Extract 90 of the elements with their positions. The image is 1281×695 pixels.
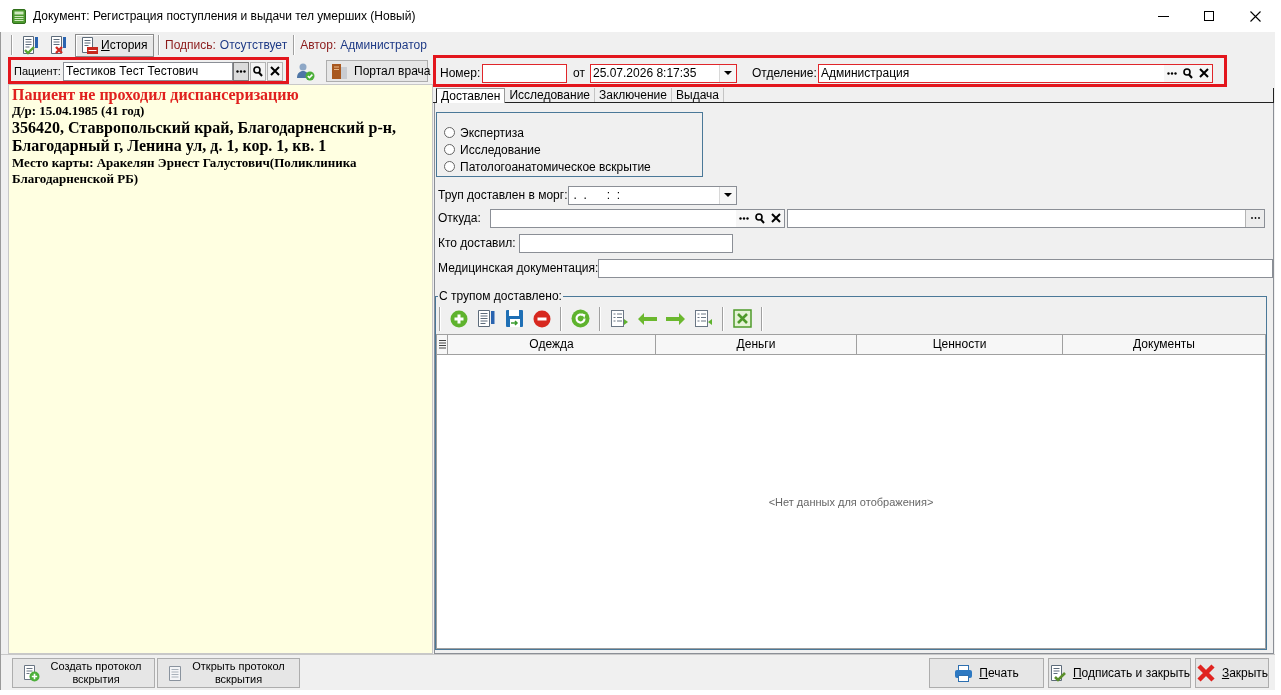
search-icon bbox=[1183, 67, 1193, 79]
clear-button[interactable] bbox=[768, 209, 784, 227]
maximize-icon[interactable] bbox=[1204, 11, 1214, 21]
search-icon bbox=[755, 212, 765, 224]
list-icon[interactable] bbox=[610, 309, 629, 328]
signature-label: Подпись: bbox=[165, 38, 216, 52]
radio-label: Патологоанатомическое вскрытие bbox=[460, 159, 651, 174]
department-field[interactable]: Администрация bbox=[818, 63, 1213, 83]
input-field[interactable] bbox=[787, 208, 1265, 228]
department-label: Отделение: bbox=[752, 66, 818, 80]
log-document-icon bbox=[80, 36, 98, 54]
column-header[interactable]: Ценности bbox=[857, 335, 1063, 354]
dots-icon bbox=[739, 216, 749, 220]
column-header[interactable]: Документы bbox=[1063, 335, 1265, 354]
action-button[interactable]: Печать bbox=[929, 658, 1044, 688]
document-cross-icon[interactable] bbox=[48, 34, 69, 56]
number-field[interactable] bbox=[482, 63, 567, 83]
user-check-icon[interactable] bbox=[296, 61, 315, 81]
document-check-icon[interactable] bbox=[20, 34, 41, 56]
author-label: Автор: bbox=[300, 38, 337, 52]
birth-date: Д/р: 15.04.1985 (41 год) bbox=[12, 103, 145, 119]
radio-button[interactable] bbox=[444, 127, 455, 138]
field-label: Труп доставлен в морг: bbox=[438, 188, 568, 202]
dropdown-arrow-icon bbox=[724, 71, 732, 75]
page-icon bbox=[168, 664, 182, 682]
document-check-icon bbox=[1048, 663, 1067, 683]
patient-label: Пациент: bbox=[14, 65, 62, 77]
radio-button[interactable] bbox=[444, 161, 455, 172]
search-button[interactable] bbox=[250, 61, 266, 81]
patient-field[interactable]: Тестиков Тест Тестович bbox=[63, 61, 233, 81]
input-field[interactable] bbox=[598, 258, 1273, 278]
mask-placeholder: . . : : bbox=[572, 188, 621, 202]
cross-icon bbox=[1199, 68, 1209, 78]
warning-text: Пациент не проходил диспансеризацию bbox=[12, 86, 300, 103]
date-label: от bbox=[573, 66, 586, 80]
dots-icon bbox=[1167, 71, 1177, 75]
column-chooser-icon[interactable] bbox=[438, 340, 446, 349]
author-name: Администратор bbox=[340, 38, 427, 52]
window-title: Документ: Регистрация поступления и выдачи тел умерших (Новый) bbox=[33, 9, 416, 23]
card-place-text: Место карты: Аракелян Эрнест Галустович(Поликлиника Благодарненской РБ) bbox=[12, 155, 358, 187]
spreadsheet-icon bbox=[12, 8, 26, 24]
input-field[interactable] bbox=[490, 208, 785, 228]
document-plus-icon bbox=[23, 664, 40, 682]
group-title: С трупом доставлено: bbox=[438, 289, 563, 303]
column-header[interactable]: Одежда bbox=[448, 335, 656, 354]
datetime-field[interactable]: . . : : bbox=[567, 185, 737, 205]
field-label: Медицинская документация: bbox=[438, 261, 598, 275]
document-edit-icon[interactable] bbox=[477, 309, 496, 328]
browse-button[interactable] bbox=[1164, 64, 1180, 82]
clear-button[interactable] bbox=[267, 61, 283, 81]
radio-button[interactable] bbox=[444, 144, 455, 155]
date-field[interactable]: 25.07.2026 8:17:35 bbox=[590, 63, 737, 83]
dropdown-arrow-icon bbox=[723, 193, 732, 197]
add-icon[interactable] bbox=[450, 309, 468, 328]
action-button[interactable]: Подписать и закрыть bbox=[1048, 658, 1191, 688]
dropdown-button[interactable] bbox=[718, 186, 736, 204]
radio-label: Исследование bbox=[460, 142, 541, 157]
clear-button[interactable] bbox=[1196, 64, 1212, 82]
minimize-icon[interactable] bbox=[1157, 15, 1169, 17]
search-icon bbox=[253, 65, 263, 77]
dropdown-button[interactable] bbox=[719, 64, 736, 82]
tab[interactable]: Доставлен bbox=[436, 88, 506, 103]
radio-label: Экспертиза bbox=[460, 125, 524, 140]
history-button[interactable]: История bbox=[75, 33, 154, 57]
input-field[interactable] bbox=[519, 233, 733, 253]
save-icon[interactable] bbox=[505, 309, 524, 328]
column-header[interactable]: Деньги bbox=[656, 335, 857, 354]
empty-message: <Нет данных для отображения> bbox=[768, 495, 934, 508]
browse-button[interactable] bbox=[736, 209, 752, 227]
refresh-icon[interactable] bbox=[571, 309, 590, 328]
action-button[interactable]: Закрыть bbox=[1195, 658, 1269, 688]
printer-icon bbox=[954, 663, 974, 683]
dots-icon bbox=[236, 69, 246, 73]
list-icon[interactable] bbox=[694, 309, 713, 328]
browse-button[interactable] bbox=[233, 61, 249, 81]
number-label: Номер: bbox=[440, 66, 482, 80]
address-text: 356420, Ставропольский край, Благодарненский р-н, Благодарный г, Ленина ул, д. 1, кор. 1, кв. 1 bbox=[12, 119, 397, 155]
action-button[interactable]: Открыть протокол вскрытия bbox=[157, 658, 300, 688]
field-label: Откуда: bbox=[438, 211, 482, 225]
close-icon[interactable] bbox=[1249, 10, 1261, 22]
cross-icon bbox=[1195, 663, 1216, 683]
square-cross-icon[interactable] bbox=[733, 309, 752, 328]
browse-button[interactable] bbox=[1245, 209, 1264, 227]
action-button[interactable]: Создать протокол вскрытия bbox=[12, 658, 155, 688]
signature-status: Отсутствует bbox=[219, 38, 288, 52]
field-label: Кто доставил: bbox=[438, 236, 517, 250]
cross-icon bbox=[270, 66, 280, 76]
minus-circle-icon[interactable] bbox=[533, 309, 551, 328]
cross-icon bbox=[771, 213, 781, 223]
book-icon bbox=[331, 62, 348, 80]
